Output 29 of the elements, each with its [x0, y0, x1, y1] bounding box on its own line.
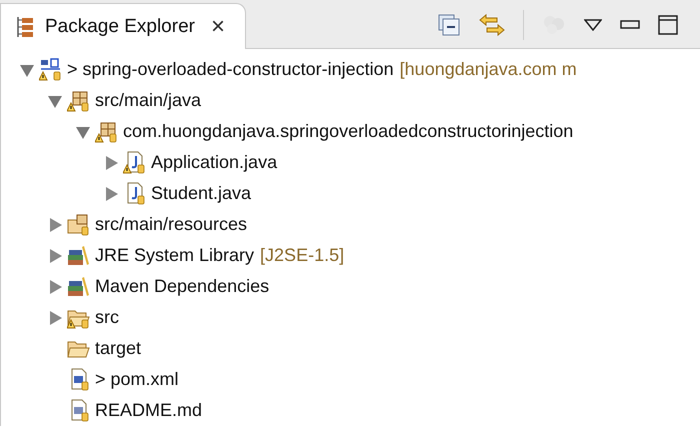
collapsed-triangle-icon[interactable] — [47, 248, 63, 264]
tree-item-label[interactable]: Application.java — [151, 152, 278, 173]
view-tab[interactable]: Package Explorer × — [0, 3, 246, 49]
tree-item-decoration: [J2SE-1.5] — [260, 245, 344, 266]
minimize-icon[interactable] — [620, 20, 640, 30]
link-arrows-icon[interactable] — [479, 13, 505, 37]
tree-item-label[interactable]: Maven Dependencies — [95, 276, 270, 297]
collapse-all-icon[interactable] — [437, 13, 461, 37]
tree-item-label[interactable]: target — [95, 338, 142, 359]
maximize-icon[interactable] — [658, 15, 678, 35]
view-menu-icon[interactable] — [584, 19, 602, 31]
tree-item-label[interactable]: com.huongdanjava.springoverloadedconstructorinjection — [123, 121, 574, 142]
collapsed-triangle-icon[interactable] — [47, 216, 63, 232]
tree-item-label[interactable]: > pom.xml — [95, 369, 179, 390]
tree-item-decoration: [huongdanjava.com m — [400, 59, 577, 80]
view-title: Package Explorer — [45, 16, 195, 38]
tree-item-label[interactable]: src/main/java — [95, 90, 202, 111]
package-tree-icon — [15, 16, 35, 38]
tree-item-label[interactable]: src/main/resources — [95, 214, 248, 235]
collapsed-triangle-icon[interactable] — [47, 278, 63, 294]
tree-item-label[interactable]: JRE System Library — [95, 245, 254, 266]
close-button[interactable]: × — [210, 14, 225, 38]
collapsed-triangle-icon[interactable] — [47, 310, 63, 326]
collapsed-triangle-icon[interactable] — [103, 154, 119, 170]
tree-item-label[interactable]: Student.java — [151, 183, 252, 204]
collapsed-triangle-icon[interactable] — [103, 186, 119, 202]
tree-item-label[interactable]: README.md — [95, 400, 202, 421]
tree-item-label[interactable]: > spring-overloaded-constructor-injection — [67, 59, 394, 80]
tree-item-label[interactable]: src — [95, 307, 119, 328]
